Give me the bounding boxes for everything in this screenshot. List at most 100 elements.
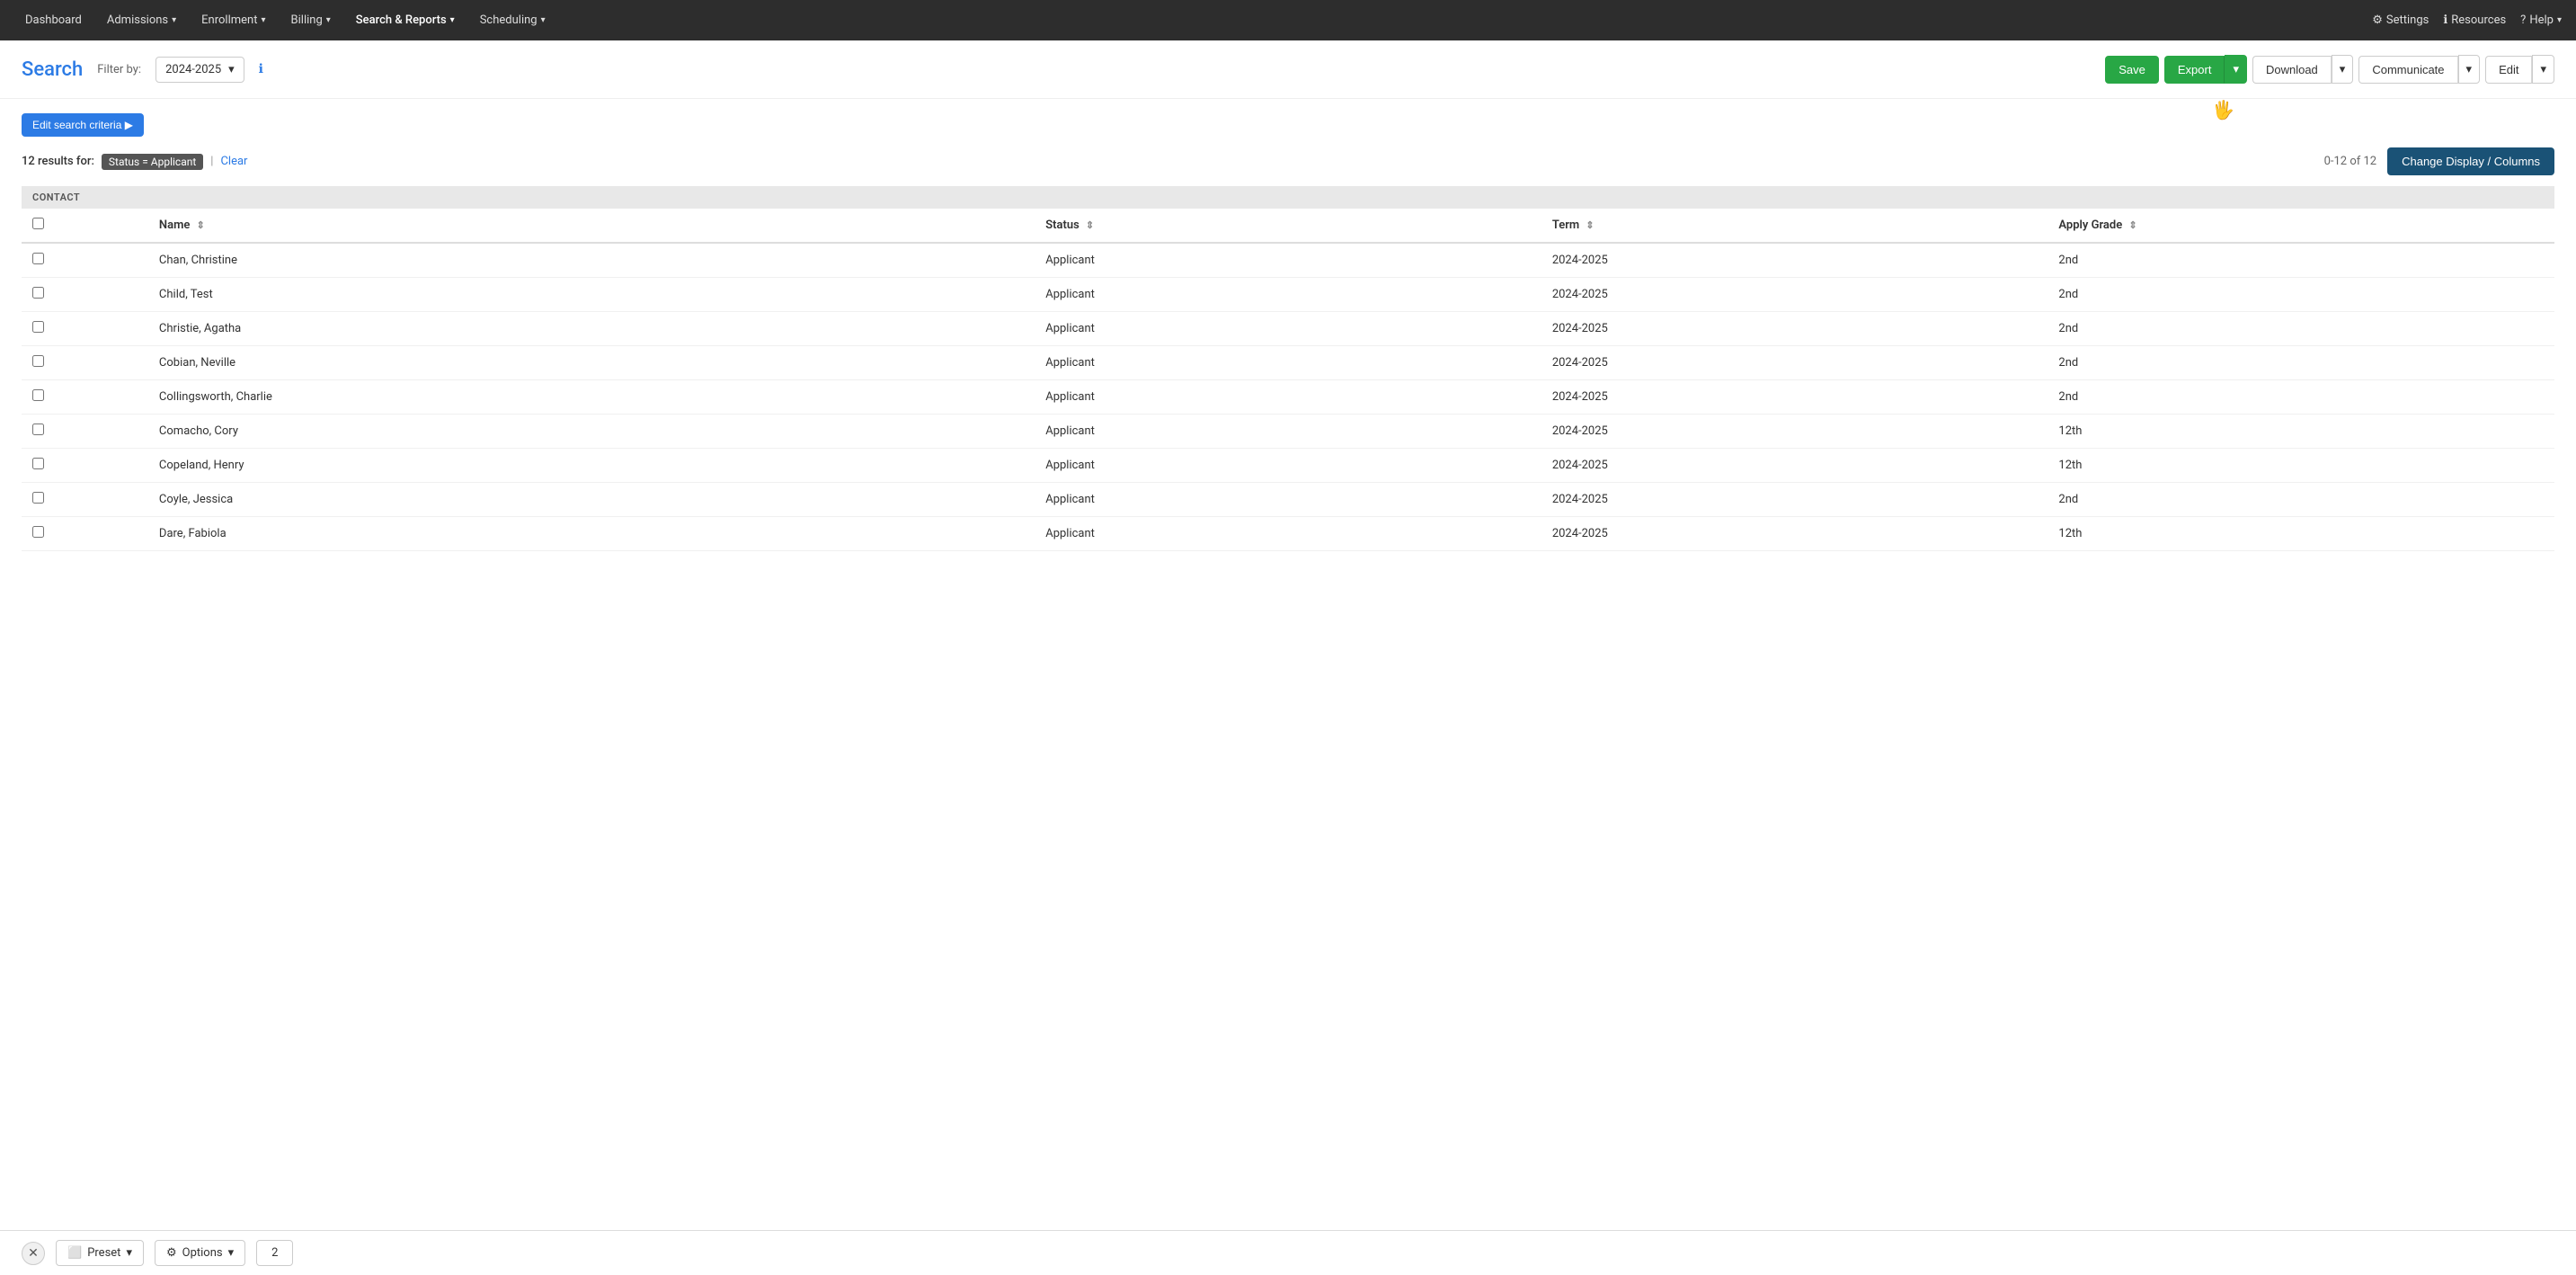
edit-main-button[interactable]: Edit xyxy=(2485,56,2532,84)
download-main-button[interactable]: Download xyxy=(2252,56,2332,84)
row-checkbox-cell[interactable] xyxy=(22,243,148,278)
select-all-header[interactable] xyxy=(22,209,148,243)
row-apply-grade: 12th xyxy=(2047,517,2554,551)
row-checkbox[interactable] xyxy=(32,287,44,299)
results-left: 12 results for: Status = Applicant | Cle… xyxy=(22,154,247,170)
row-checkbox-cell[interactable] xyxy=(22,415,148,449)
filter-dropdown[interactable]: 2024-2025 ▾ xyxy=(155,57,244,83)
question-icon: ? xyxy=(2520,13,2526,27)
change-display-columns-button[interactable]: Change Display / Columns xyxy=(2387,147,2554,175)
chevron-down-icon: ▾ xyxy=(450,15,455,25)
row-apply-grade: 12th xyxy=(2047,449,2554,483)
save-button[interactable]: Save xyxy=(2105,56,2159,84)
row-checkbox[interactable] xyxy=(32,253,44,264)
options-button[interactable]: ⚙ Options ▾ xyxy=(155,1240,245,1266)
page-title: Search xyxy=(22,58,83,81)
row-checkbox-cell[interactable] xyxy=(22,483,148,517)
row-checkbox-cell[interactable] xyxy=(22,449,148,483)
chevron-down-icon: ▾ xyxy=(228,63,235,76)
nav-item-dashboard[interactable]: Dashboard xyxy=(14,6,93,34)
row-term: 2024-2025 xyxy=(1541,483,2048,517)
row-checkbox[interactable] xyxy=(32,492,44,504)
row-status: Applicant xyxy=(1035,483,1541,517)
row-name: Copeland, Henry xyxy=(148,449,1035,483)
content-area: Edit search criteria ▶ 12 results for: S… xyxy=(0,99,2576,566)
row-checkbox-cell[interactable] xyxy=(22,517,148,551)
sort-icon-apply-grade: ⇕ xyxy=(2128,219,2136,231)
column-header-status[interactable]: Status ⇕ xyxy=(1035,209,1541,243)
row-status: Applicant xyxy=(1035,243,1541,278)
gear-icon: ⚙ xyxy=(166,1246,177,1260)
row-term: 2024-2025 xyxy=(1541,517,2048,551)
nav-item-admissions[interactable]: Admissions ▾ xyxy=(96,6,187,34)
nav-item-scheduling[interactable]: Scheduling ▾ xyxy=(469,6,556,34)
row-status: Applicant xyxy=(1035,517,1541,551)
chevron-down-icon: ▾ xyxy=(2340,62,2346,76)
row-checkbox[interactable] xyxy=(32,458,44,469)
row-checkbox[interactable] xyxy=(32,355,44,367)
nav-item-billing[interactable]: Billing ▾ xyxy=(280,6,342,34)
row-checkbox[interactable] xyxy=(32,321,44,333)
export-button-group: Export ▾ xyxy=(2164,55,2247,84)
row-name: Cobian, Neville xyxy=(148,346,1035,380)
table-row: Comacho, Cory Applicant 2024-2025 12th xyxy=(22,415,2554,449)
nav-item-search-reports[interactable]: Search & Reports ▾ xyxy=(345,6,466,34)
nav-item-enrollment[interactable]: Enrollment ▾ xyxy=(191,6,276,34)
row-name: Christie, Agatha xyxy=(148,312,1035,346)
table-row: Dare, Fabiola Applicant 2024-2025 12th xyxy=(22,517,2554,551)
column-header-name[interactable]: Name ⇕ xyxy=(148,209,1035,243)
row-checkbox-cell[interactable] xyxy=(22,278,148,312)
edit-caret-button[interactable]: ▾ xyxy=(2532,55,2554,84)
sort-icon-name: ⇕ xyxy=(197,219,205,231)
row-status: Applicant xyxy=(1035,278,1541,312)
row-apply-grade: 2nd xyxy=(2047,243,2554,278)
row-checkbox-cell[interactable] xyxy=(22,312,148,346)
row-name: Chan, Christine xyxy=(148,243,1035,278)
row-checkbox[interactable] xyxy=(32,526,44,538)
table-row: Christie, Agatha Applicant 2024-2025 2nd xyxy=(22,312,2554,346)
close-bottom-bar-button[interactable]: ✕ xyxy=(22,1242,45,1265)
column-header-term[interactable]: Term ⇕ xyxy=(1541,209,2048,243)
nav-items-right: ⚙ Settings ℹ Resources ? Help ▾ xyxy=(2372,13,2562,27)
download-caret-button[interactable]: ▾ xyxy=(2332,55,2354,84)
filter-info-icon[interactable]: ℹ xyxy=(259,62,263,76)
chevron-down-icon: ▾ xyxy=(2466,62,2473,76)
preset-icon: ⬜ xyxy=(67,1246,82,1260)
preset-button[interactable]: ⬜ Preset ▾ xyxy=(56,1240,144,1266)
chevron-down-icon: ▾ xyxy=(2540,62,2546,76)
column-header-apply-grade[interactable]: Apply Grade ⇕ xyxy=(2047,209,2554,243)
edit-button-group: Edit ▾ xyxy=(2485,55,2554,84)
clear-filter-link[interactable]: Clear xyxy=(220,155,247,168)
filter-badge: Status = Applicant xyxy=(102,154,203,170)
filter-by-label: Filter by: xyxy=(97,63,141,76)
row-term: 2024-2025 xyxy=(1541,346,2048,380)
row-term: 2024-2025 xyxy=(1541,380,2048,415)
row-checkbox-cell[interactable] xyxy=(22,380,148,415)
row-name: Child, Test xyxy=(148,278,1035,312)
communicate-main-button[interactable]: Communicate xyxy=(2358,56,2457,84)
chevron-down-icon: ▾ xyxy=(2233,62,2239,76)
select-all-checkbox[interactable] xyxy=(32,218,44,229)
row-term: 2024-2025 xyxy=(1541,278,2048,312)
row-term: 2024-2025 xyxy=(1541,243,2048,278)
export-main-button[interactable]: Export xyxy=(2164,56,2225,84)
edit-search-criteria-button[interactable]: Edit search criteria ▶ xyxy=(22,113,144,137)
pagination-info: 0-12 of 12 xyxy=(2324,155,2377,168)
nav-help[interactable]: ? Help ▾ xyxy=(2520,13,2562,27)
export-caret-button[interactable]: ▾ xyxy=(2225,55,2247,84)
table-row: Chan, Christine Applicant 2024-2025 2nd xyxy=(22,243,2554,278)
row-name: Collingsworth, Charlie xyxy=(148,380,1035,415)
communicate-caret-button[interactable]: ▾ xyxy=(2458,55,2481,84)
nav-resources[interactable]: ℹ Resources xyxy=(2443,13,2506,27)
chevron-down-icon: ▾ xyxy=(172,15,176,25)
row-checkbox[interactable] xyxy=(32,389,44,401)
row-apply-grade: 2nd xyxy=(2047,346,2554,380)
top-navigation: Dashboard Admissions ▾ Enrollment ▾ Bill… xyxy=(0,0,2576,40)
results-table: Name ⇕ Status ⇕ Term ⇕ Apply Grade ⇕ xyxy=(22,209,2554,551)
row-checkbox[interactable] xyxy=(32,424,44,435)
row-status: Applicant xyxy=(1035,312,1541,346)
row-checkbox-cell[interactable] xyxy=(22,346,148,380)
row-status: Applicant xyxy=(1035,415,1541,449)
nav-settings[interactable]: ⚙ Settings xyxy=(2372,13,2429,27)
row-apply-grade: 2nd xyxy=(2047,312,2554,346)
